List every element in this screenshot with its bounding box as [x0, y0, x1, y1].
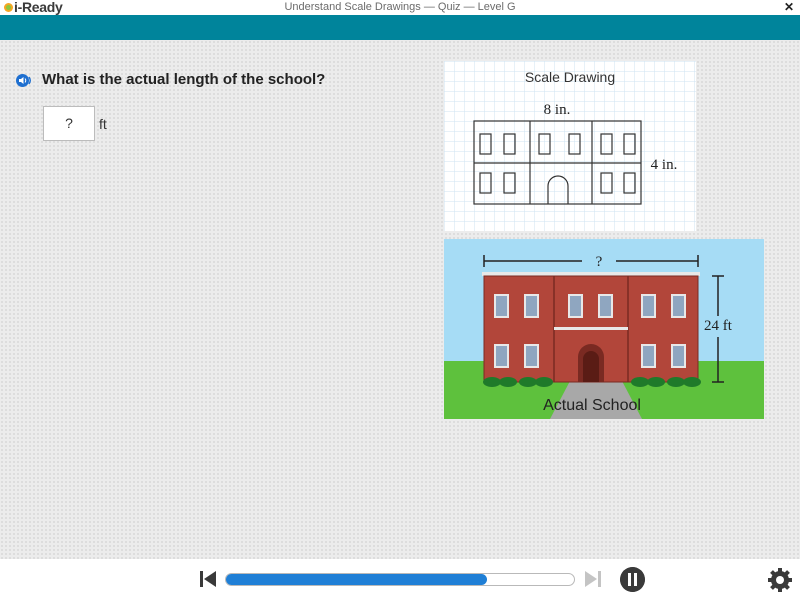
actual-school-panel: ? 24 ft Actual School — [444, 239, 764, 419]
title-bar: i-Ready Understand Scale Drawings — Quiz… — [0, 0, 800, 15]
school-height-label: 24 ft — [704, 318, 733, 334]
scale-drawing-panel: Scale Drawing 8 in. 4 in. — [444, 61, 696, 231]
pause-icon[interactable] — [620, 567, 645, 592]
school-caption: Actual School — [543, 397, 641, 414]
answer-input[interactable]: ? — [43, 106, 95, 141]
skip-back-icon[interactable] — [199, 570, 217, 588]
scale-width-label: 4 in. — [651, 157, 678, 173]
school-length-label: ? — [596, 254, 603, 270]
header-band — [0, 15, 800, 40]
close-icon[interactable]: ✕ — [784, 0, 794, 14]
progress-fill — [226, 574, 487, 585]
gear-icon[interactable] — [767, 567, 793, 593]
school-building — [482, 272, 700, 383]
answer-unit-label: ft — [99, 116, 107, 132]
speaker-icon[interactable] — [16, 74, 32, 87]
question-text: What is the actual length of the school? — [42, 71, 326, 88]
scale-drawing-title: Scale Drawing — [525, 69, 615, 85]
progress-bar — [225, 573, 575, 586]
window-title: Understand Scale Drawings — Quiz — Level… — [284, 1, 516, 13]
scale-length-label: 8 in. — [544, 102, 571, 118]
skip-forward-icon[interactable] — [584, 570, 602, 588]
